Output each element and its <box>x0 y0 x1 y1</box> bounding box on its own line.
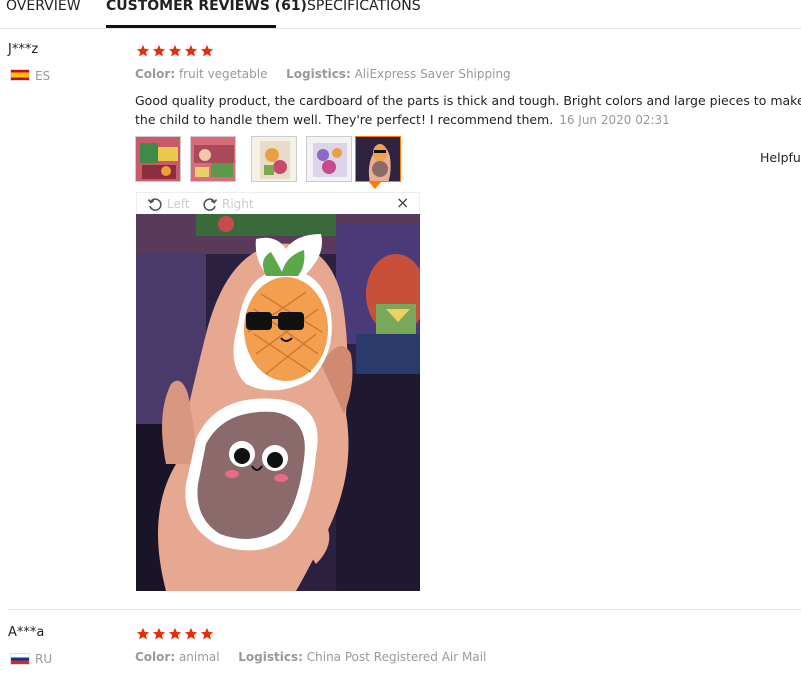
review-date: 16 Jun 2020 02:31 <box>559 113 670 127</box>
star-icon <box>184 627 198 640</box>
rotate-right-icon <box>203 198 218 211</box>
selected-thumb-caret-icon <box>369 182 381 189</box>
review-photo-thumb[interactable] <box>190 136 236 182</box>
rotate-right-label: Right <box>222 197 254 211</box>
helpful-label: Helpful? <box>760 150 801 165</box>
close-icon[interactable]: × <box>396 194 409 212</box>
color-value: animal <box>178 650 220 664</box>
rotate-right-button[interactable]: Right <box>202 196 254 212</box>
rotate-left-label: Left <box>167 197 190 211</box>
star-icon <box>168 44 182 57</box>
star-icon <box>184 44 198 57</box>
star-icon <box>168 627 182 640</box>
star-icon <box>136 44 150 57</box>
logistics-label: Logistics: <box>286 67 351 81</box>
rotate-left-button[interactable]: Left <box>147 196 190 212</box>
flag-ru-icon <box>10 653 30 665</box>
review-text: Good quality product, the cardboard of t… <box>135 91 801 130</box>
color-value: fruit vegetable <box>178 67 268 81</box>
star-rating <box>136 627 214 641</box>
star-icon <box>152 44 166 57</box>
review-photo-thumb[interactable] <box>251 136 297 182</box>
logistics-value: China Post Registered Air Mail <box>306 650 487 664</box>
color-label: Color: <box>135 67 176 81</box>
logistics-value: AliExpress Saver Shipping <box>354 67 511 81</box>
color-label: Color: <box>135 650 176 664</box>
star-icon <box>152 627 166 640</box>
star-icon <box>136 627 150 640</box>
review-meta: Color: animal Logistics: China Post Regi… <box>135 650 486 664</box>
flag-es-icon <box>10 69 30 81</box>
tab-overview[interactable]: OVERVIEW <box>6 0 81 15</box>
reviewer-name: J***z <box>8 42 39 57</box>
review-photo-thumb-selected[interactable] <box>355 136 401 182</box>
photo-viewer-toolbar: Left Right × <box>136 192 420 214</box>
reviewer-country: ES <box>35 69 51 83</box>
active-tab-indicator <box>106 25 276 28</box>
review-meta: Color: fruit vegetable Logistics: AliExp… <box>135 67 511 81</box>
logistics-label: Logistics: <box>238 650 303 664</box>
reviewer-country: RU <box>35 652 53 666</box>
review-divider <box>8 609 801 610</box>
reviewer-name: A***a <box>8 625 45 640</box>
review-photo-thumb[interactable] <box>135 136 181 182</box>
product-tabs: OVERVIEW CUSTOMER REVIEWS (61) SPECIFICA… <box>0 0 801 29</box>
review-text-line: Good quality product, the cardboard of t… <box>135 93 801 108</box>
review-text-line: the child to handle them well. They're p… <box>135 112 554 127</box>
review-photo-thumb[interactable] <box>306 136 352 182</box>
tab-customer-reviews[interactable]: CUSTOMER REVIEWS (61) <box>106 0 307 15</box>
photo-viewer-image <box>136 214 420 591</box>
star-rating <box>136 44 214 58</box>
star-icon <box>200 44 214 57</box>
star-icon <box>200 627 214 640</box>
rotate-left-icon <box>147 198 162 211</box>
tab-specifications[interactable]: SPECIFICATIONS <box>307 0 421 15</box>
